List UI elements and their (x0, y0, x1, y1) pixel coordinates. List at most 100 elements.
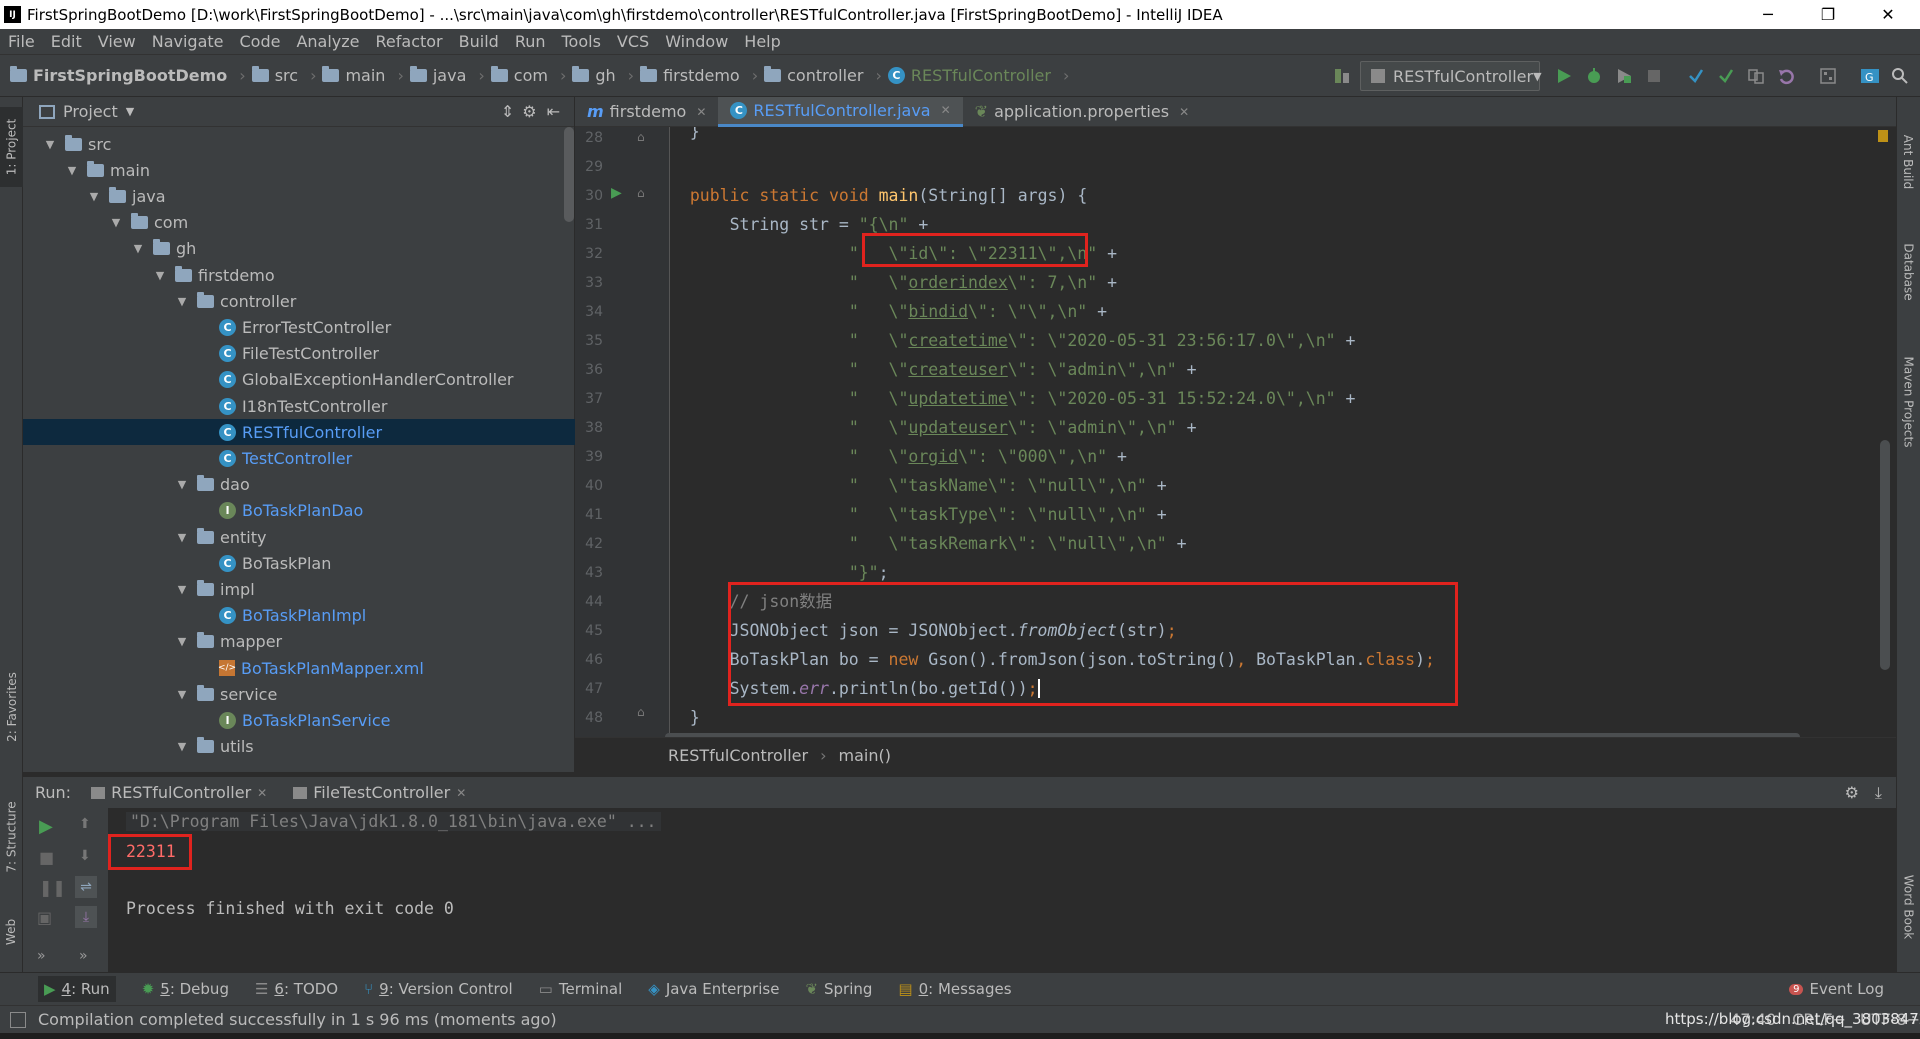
arrow-down-icon[interactable]: ⬇ (79, 848, 91, 864)
tree-folder-src[interactable]: ▼ src (23, 131, 575, 157)
vcs-commit-icon[interactable] (1714, 64, 1738, 88)
code-editor[interactable]: } public static void main(String[] args)… (670, 127, 1880, 737)
tool-window-web[interactable]: Web (0, 907, 23, 957)
menu-code[interactable]: Code (232, 32, 289, 51)
tree-file-item[interactable]: </> BoTaskPlanMapper.xml (23, 655, 575, 681)
tree-file-item[interactable]: I BoTaskPlanService (23, 707, 575, 733)
tool-spring[interactable]: ❦ Spring (805, 980, 872, 998)
tree-folder-utils[interactable]: ▼ utils (23, 734, 575, 760)
tool-messages[interactable]: ▤ 0: Messages (898, 980, 1011, 998)
tree-folder-mapper[interactable]: ▼ mapper (23, 629, 575, 655)
expand-arrow-icon[interactable]: ▼ (175, 295, 189, 308)
tree-folder-java[interactable]: ▼ java (23, 183, 575, 209)
fold-icon[interactable]: ⌂ (637, 705, 645, 719)
tree-folder-service[interactable]: ▼ service (23, 681, 575, 707)
nav-crumb-project[interactable]: FirstSpringBootDemo › (10, 66, 246, 85)
menu-run[interactable]: Run (507, 32, 554, 51)
stop-icon[interactable]: ■ (39, 848, 54, 867)
breadcrumb-class[interactable]: RESTfulController (668, 746, 808, 765)
project-structure-icon[interactable] (1816, 64, 1840, 88)
tool-java-enterprise[interactable]: ◈ Java Enterprise (648, 980, 779, 998)
editor-vertical-scrollbar[interactable] (1880, 440, 1890, 670)
nav-crumb-gh[interactable]: gh › (572, 66, 634, 85)
expand-arrow-icon[interactable]: ▼ (87, 190, 101, 203)
search-everywhere-icon[interactable] (1888, 64, 1912, 88)
more-icon[interactable]: » (37, 948, 46, 964)
nav-crumb-controller[interactable]: controller › (764, 66, 882, 85)
gear-icon[interactable]: ⚙ (1845, 783, 1859, 802)
menu-file[interactable]: File (0, 32, 43, 51)
run-tab-restful[interactable]: RESTfulController (111, 783, 251, 802)
expand-arrow-icon[interactable]: ▼ (175, 583, 189, 596)
close-icon[interactable]: ✕ (257, 786, 267, 800)
tool-debug[interactable]: ✹ 5: Debug (142, 980, 229, 998)
vcs-update-icon[interactable] (1684, 64, 1708, 88)
close-icon[interactable]: ✕ (941, 103, 951, 117)
tree-file-item[interactable]: C BoTaskPlan (23, 550, 575, 576)
nav-crumb-main[interactable]: main › (322, 66, 404, 85)
expand-arrow-icon[interactable]: ▼ (175, 478, 189, 491)
debug-icon[interactable] (1582, 64, 1606, 88)
close-button[interactable]: ✕ (1860, 0, 1916, 29)
toggle-tool-windows-icon[interactable] (10, 1011, 26, 1028)
rerun-icon[interactable]: ▶ (39, 816, 53, 837)
tool-terminal[interactable]: ▭ Terminal (539, 980, 623, 998)
fold-icon[interactable]: ⌂ (637, 186, 645, 200)
tree-file-item[interactable]: C FileTestController (23, 341, 575, 367)
run-icon[interactable] (1552, 64, 1576, 88)
tool-window-project[interactable]: 1: Project (0, 107, 23, 187)
menu-help[interactable]: Help (736, 32, 788, 51)
menu-build[interactable]: Build (451, 32, 507, 51)
soft-wrap-icon[interactable]: ⇌ (75, 876, 97, 898)
tab-restful-controller[interactable]: C RESTfulController.java ✕ (718, 96, 963, 127)
minimize-button[interactable]: ─ (1740, 0, 1796, 29)
tree-folder-com[interactable]: ▼ com (23, 210, 575, 236)
tool-window-structure[interactable]: 7: Structure (0, 787, 23, 887)
tree-folder-firstdemo[interactable]: ▼ firstdemo (23, 262, 575, 288)
tree-folder-dao[interactable]: ▼ dao (23, 472, 575, 498)
tab-application-properties[interactable]: ❦ application.properties ✕ (963, 97, 1201, 127)
tool-window-ant-build[interactable]: Ant Build (1897, 117, 1920, 207)
tree-file-item[interactable]: I BoTaskPlanDao (23, 498, 575, 524)
tool-window-word-book[interactable]: Word Book (1897, 857, 1920, 957)
tool-event-log[interactable]: 9 Event Log (1789, 980, 1884, 998)
expand-arrow-icon[interactable]: ▼ (175, 531, 189, 544)
gear-icon[interactable]: ⚙ (522, 102, 536, 121)
nav-crumb-com[interactable]: com › (490, 66, 566, 85)
run-console[interactable]: "D:\Program Files\Java\jdk1.8.0_181\bin\… (108, 808, 1896, 972)
tree-file-item[interactable]: C ErrorTestController (23, 314, 575, 340)
expand-arrow-icon[interactable]: ▼ (65, 164, 79, 177)
menu-analyze[interactable]: Analyze (288, 32, 367, 51)
expand-arrow-icon[interactable]: ▼ (109, 216, 123, 229)
expand-arrow-icon[interactable]: ▼ (175, 688, 189, 701)
tool-window-maven[interactable]: Maven Projects (1897, 337, 1920, 467)
revert-icon[interactable] (1774, 64, 1798, 88)
nav-crumb-java[interactable]: java › (409, 66, 485, 85)
hide-panel-icon[interactable]: ⤓ (1875, 783, 1882, 803)
menu-vcs[interactable]: VCS (609, 32, 657, 51)
hide-panel-icon[interactable]: ⇤ (547, 102, 560, 121)
pause-icon[interactable]: ❚❚ (39, 878, 66, 897)
expand-arrow-icon[interactable]: ▼ (175, 635, 189, 648)
tool-run[interactable]: ▶ 4: Run (38, 976, 116, 1002)
scroll-to-end-icon[interactable]: ⤓ (75, 906, 97, 928)
menu-refactor[interactable]: Refactor (368, 32, 451, 51)
collapse-all-icon[interactable]: ⇕ (501, 102, 514, 121)
tree-file-item[interactable]: C BoTaskPlanImpl (23, 603, 575, 629)
tree-file-item[interactable]: C TestController (23, 445, 575, 471)
vcs-compare-icon[interactable] (1744, 64, 1768, 88)
run-configuration-select[interactable]: RESTfulController ▼ (1360, 61, 1542, 91)
chevron-down-icon[interactable]: ▼ (126, 105, 134, 118)
coverage-icon[interactable] (1612, 64, 1636, 88)
nav-crumb-src[interactable]: src › (251, 66, 316, 85)
build-project-icon[interactable] (1330, 64, 1354, 88)
run-tab-filetest[interactable]: FileTestController (313, 783, 450, 802)
expand-arrow-icon[interactable]: ▼ (175, 740, 189, 753)
tree-folder-controller[interactable]: ▼ controller (23, 288, 575, 314)
expand-arrow-icon[interactable]: ▼ (131, 242, 145, 255)
warning-marker[interactable] (1878, 130, 1888, 142)
more-icon[interactable]: » (79, 948, 88, 964)
restore-button[interactable]: ❐ (1800, 0, 1856, 29)
translate-icon[interactable]: G (1858, 64, 1882, 88)
tree-folder-gh[interactable]: ▼ gh (23, 236, 575, 262)
